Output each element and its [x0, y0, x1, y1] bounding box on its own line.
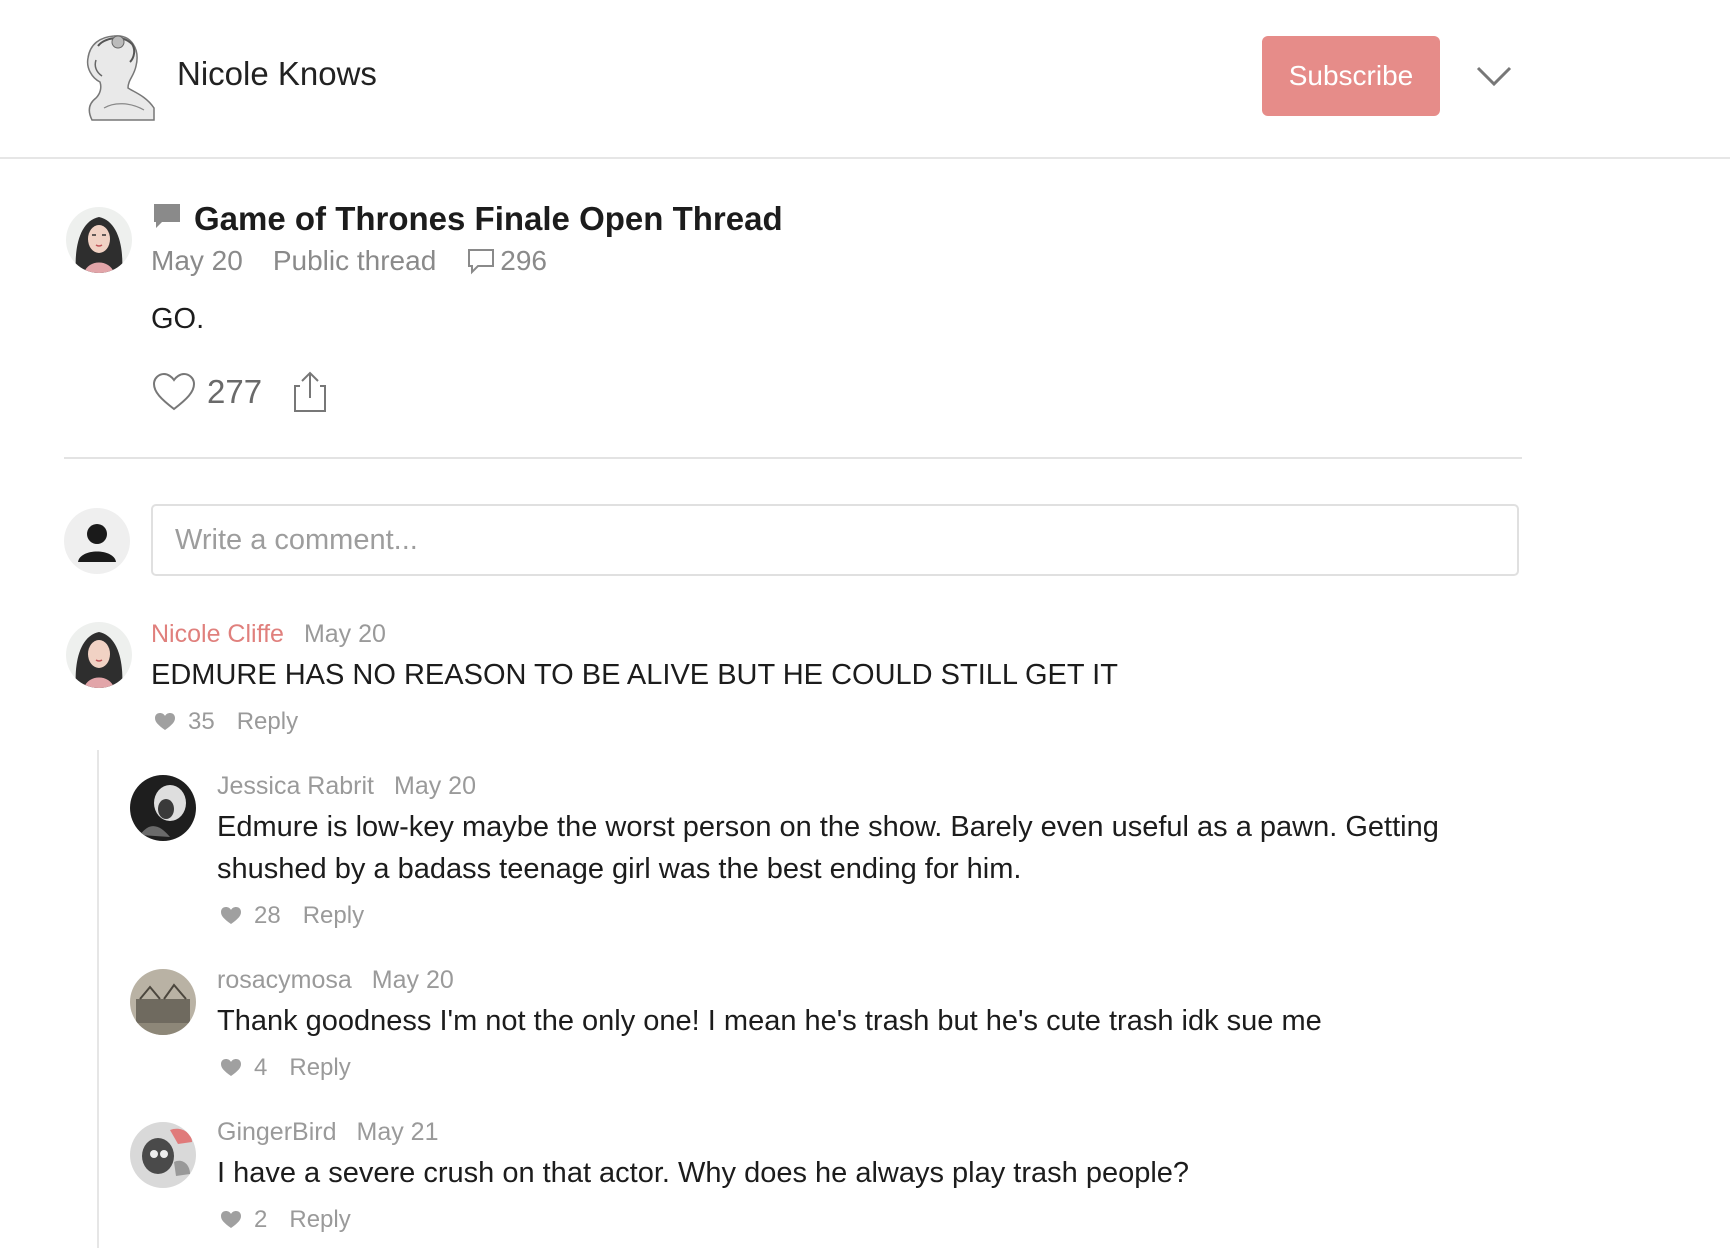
comment-text: I have a severe crush on that actor. Why… — [217, 1157, 1190, 1189]
post-visibility: Public thread — [272, 245, 437, 276]
like-count: 35 — [188, 708, 215, 735]
comment-author[interactable]: GingerBird — [217, 1118, 337, 1147]
post-title[interactable]: Game of Thrones Finale Open Thread — [194, 200, 783, 238]
comment-avatar[interactable] — [130, 775, 196, 841]
post-title-row[interactable]: Game of Thrones Finale Open Thread — [152, 200, 783, 238]
post-actions: 277 — [151, 370, 328, 414]
reply-button[interactable]: Reply — [237, 708, 298, 736]
reply-button[interactable]: Reply — [303, 902, 364, 930]
comment-text: Thank goodness I'm not the only one! I m… — [217, 1005, 1322, 1037]
comment-actions: 2 Reply — [220, 1206, 351, 1234]
reply-thread-line — [97, 750, 99, 1248]
thread-icon — [152, 200, 182, 238]
heart-icon[interactable] — [220, 1058, 242, 1078]
comment-avatar[interactable] — [130, 1122, 196, 1188]
current-user-avatar — [64, 508, 130, 574]
comment-author[interactable]: rosacymosa — [217, 966, 352, 995]
like-count: 4 — [254, 1054, 268, 1081]
heart-icon[interactable] — [220, 1210, 242, 1230]
comment-count[interactable]: 296 — [500, 245, 547, 277]
reply-button[interactable]: Reply — [289, 1054, 350, 1082]
comment-author[interactable]: Jessica Rabrit — [217, 772, 374, 801]
site-logo[interactable] — [74, 28, 160, 126]
post-body: GO. — [151, 303, 205, 335]
subscribe-button[interactable]: Subscribe — [1262, 36, 1440, 116]
comment-date[interactable]: May 20 — [394, 772, 476, 801]
like-count: 2 — [254, 1206, 268, 1233]
post-date[interactable]: May 20 — [151, 245, 243, 277]
comment-date[interactable]: May 20 — [304, 620, 386, 649]
chevron-down-icon[interactable] — [1474, 62, 1514, 90]
heart-icon[interactable] — [154, 712, 176, 732]
comment-text: Edmure is low-key maybe the worst person… — [217, 811, 1439, 885]
comment-text: EDMURE HAS NO REASON TO BE ALIVE BUT HE … — [151, 659, 1118, 691]
comment-actions: 4 Reply — [220, 1054, 351, 1082]
site-title[interactable]: Nicole Knows — [177, 55, 377, 93]
comment-input[interactable] — [151, 504, 1519, 576]
comment-date[interactable]: May 20 — [372, 966, 454, 995]
comment-header: GingerBird May 21 — [217, 1118, 438, 1147]
comment-header: Nicole Cliffe May 20 — [151, 620, 386, 649]
divider — [64, 457, 1522, 459]
comment-actions: 28 Reply — [220, 902, 364, 930]
comment-header: Jessica Rabrit May 20 — [217, 772, 476, 801]
comment-bubble-icon[interactable] — [466, 247, 496, 275]
heart-icon[interactable] — [151, 371, 197, 413]
reply-button[interactable]: Reply — [289, 1206, 350, 1234]
like-count: 28 — [254, 902, 281, 929]
post-meta: May 20 Public thread 296 — [151, 245, 547, 277]
comment-avatar[interactable] — [66, 622, 132, 688]
comment-date[interactable]: May 21 — [357, 1118, 439, 1147]
like-count: 277 — [207, 373, 263, 410]
post-author-avatar[interactable] — [66, 207, 132, 273]
heart-icon[interactable] — [220, 906, 242, 926]
site-header: Nicole Knows Subscribe — [0, 0, 1730, 159]
share-icon[interactable] — [292, 370, 328, 414]
comment-header: rosacymosa May 20 — [217, 966, 454, 995]
comment-author[interactable]: Nicole Cliffe — [151, 620, 284, 649]
comment-avatar[interactable] — [130, 969, 196, 1035]
comment-actions: 35 Reply — [154, 708, 298, 736]
